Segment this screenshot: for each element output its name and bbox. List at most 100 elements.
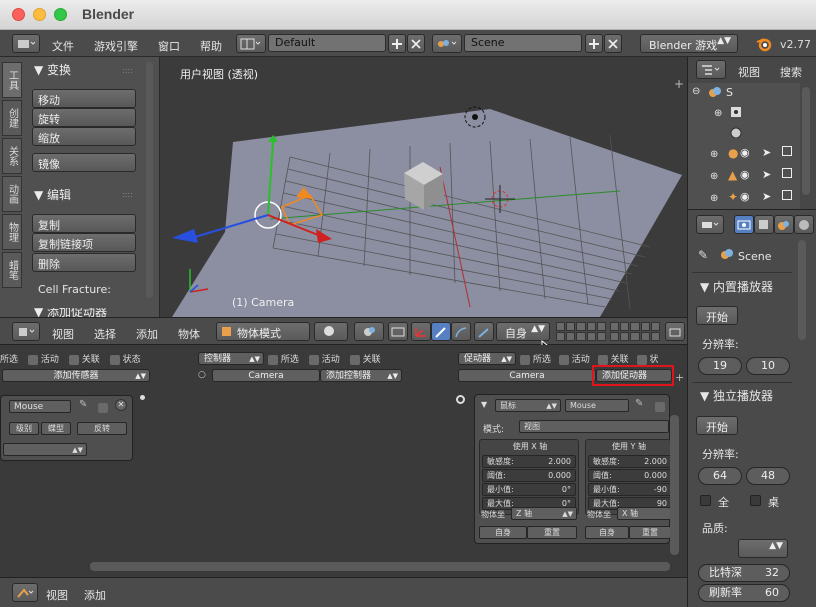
logic-add-menu[interactable]: 添加: [84, 587, 106, 603]
translate-manipulator-icon[interactable]: [411, 322, 431, 341]
menu-game-engine[interactable]: 游戏引擎: [94, 38, 138, 54]
delete-button[interactable]: 删除: [32, 253, 136, 272]
add-region-icon[interactable]: +: [675, 371, 684, 384]
x-sensitivity-field[interactable]: 敏感度: 2.000: [482, 455, 576, 468]
expand-toggle-icon[interactable]: ⊕: [710, 149, 718, 160]
logic-editor[interactable]: 所选 活动 关联 状态 添加传感器 ▲▼ 控制器 ▲▼ 所选 活动 关联 ○ Cam…: [0, 345, 687, 577]
visibility-eye-icon[interactable]: ◉: [740, 168, 750, 181]
x-min-field[interactable]: 最小值: 0°: [482, 483, 576, 496]
render-camera-icon[interactable]: [782, 168, 792, 178]
controller-type-select[interactable]: 控制器 ▲▼: [198, 352, 264, 365]
embedded-res-y-field[interactable]: 10: [746, 357, 790, 375]
outliner-scrollbar[interactable]: [802, 87, 810, 195]
sensor-level-button[interactable]: 级别: [9, 422, 39, 435]
y-sensitivity-field[interactable]: 敏感度: 2.000: [588, 455, 670, 468]
editor-type-3d-icon[interactable]: [12, 322, 40, 341]
outliner[interactable]: 视图 搜索 ⊖ S ⊕ ⊕ ● ◉ ➤ ⊕ ▲ ◉ ➤ ⊕ ✦ ◉ ➤: [687, 57, 816, 209]
x-threshold-field[interactable]: 阈值: 0.000: [482, 469, 576, 482]
scene-tree-label[interactable]: S: [726, 86, 733, 99]
y-axis-header[interactable]: 使用 Y 轴: [586, 441, 670, 452]
y-object-axis-select[interactable]: X 轴: [617, 507, 671, 520]
transform-orientation-select[interactable]: 自身 ▲▼: [496, 322, 550, 341]
render-engine-select[interactable]: Blender 游戏 ▲▼: [640, 34, 738, 53]
mirror-button[interactable]: 镜像: [32, 153, 136, 172]
embedded-res-x-field[interactable]: 19: [698, 357, 742, 375]
sensor-close-icon[interactable]: ✕: [115, 399, 127, 411]
sensor-tap-button[interactable]: 蝶型: [41, 422, 71, 435]
close-window-button[interactable]: [12, 8, 25, 21]
scene-icon[interactable]: [432, 34, 462, 53]
menu-help[interactable]: 帮助: [200, 38, 222, 54]
transform-panel-header[interactable]: ▼ 变换: [34, 61, 71, 78]
pin-icon[interactable]: ✎: [635, 398, 643, 409]
tab-tools[interactable]: 工具: [2, 62, 22, 98]
scene-tab-icon[interactable]: [774, 215, 794, 234]
tab-create[interactable]: 创建: [2, 100, 22, 136]
outliner-search-menu[interactable]: 搜索: [780, 64, 802, 80]
add-screen-icon[interactable]: [388, 34, 406, 53]
controller-flag-selected[interactable]: 所选: [268, 352, 299, 365]
render-layers-tab-icon[interactable]: [754, 215, 774, 234]
expand-toggle-icon[interactable]: ⊕: [710, 193, 718, 204]
actuator-enable-checkbox[interactable]: [655, 402, 665, 412]
pivot-point-select[interactable]: [354, 322, 384, 341]
x-reset-button[interactable]: 重置: [527, 526, 577, 539]
standalone-player-header[interactable]: ▼ 独立播放器: [700, 387, 773, 404]
world-tab-icon[interactable]: [794, 215, 814, 234]
zoom-window-button[interactable]: [54, 8, 67, 21]
add-scene-icon[interactable]: [585, 34, 603, 53]
logic-vertical-scrollbar[interactable]: [670, 415, 679, 555]
editor-type-properties-icon[interactable]: [696, 215, 724, 234]
actuator-kind-select[interactable]: 鼠标 ▲▼: [495, 399, 561, 412]
view-menu[interactable]: 视图: [52, 326, 74, 342]
sensor-flag-state[interactable]: 状态: [109, 352, 141, 365]
y-reset-button[interactable]: 重置: [629, 526, 671, 539]
actuator-name-field[interactable]: Mouse: [565, 399, 629, 412]
sensor-flag-link[interactable]: 关联: [68, 352, 100, 365]
select-cursor-icon[interactable]: ➤: [762, 190, 771, 203]
actuator-input-socket[interactable]: [456, 395, 465, 404]
move-button[interactable]: 移动: [32, 89, 136, 108]
render-camera-icon[interactable]: [782, 146, 792, 156]
lock-camera-icon[interactable]: [665, 322, 685, 341]
actuator-object-field[interactable]: Camera: [458, 369, 596, 382]
actuator-type-select[interactable]: 促动器 ▲▼: [458, 352, 516, 365]
standalone-start-button[interactable]: 开始: [696, 416, 738, 435]
embedded-player-header[interactable]: ▼ 内置播放器: [700, 278, 773, 295]
scale-button[interactable]: 缩放: [32, 127, 136, 146]
logic-horizontal-scrollbar[interactable]: [90, 562, 670, 571]
sensor-enable-checkbox[interactable]: [98, 403, 108, 413]
3d-viewport[interactable]: 用户视图 (透视) (1) Camera +: [160, 57, 687, 317]
actuator-collapse-icon[interactable]: ▼: [481, 400, 487, 409]
mode-select[interactable]: 视图: [519, 420, 669, 433]
y-local-button[interactable]: 自身: [585, 526, 629, 539]
pin-icon[interactable]: ✎: [698, 248, 708, 262]
layer-buttons-2[interactable]: [610, 322, 660, 341]
sensor-flag-active[interactable]: 活动: [28, 352, 59, 365]
add-sensor-select[interactable]: 添加传感器 ▲▼: [2, 369, 150, 382]
tab-relations[interactable]: 关系: [2, 138, 22, 174]
manipulator-y-arrow[interactable]: [172, 229, 198, 243]
tab-animation[interactable]: 动画: [2, 176, 22, 212]
tool-shelf-scrollbar[interactable]: [146, 62, 153, 298]
bitdepth-field[interactable]: 比特深 32: [698, 564, 790, 582]
duplicate-button[interactable]: 复制: [32, 214, 136, 233]
sensor-output-socket[interactable]: [140, 395, 145, 400]
duplicate-linked-button[interactable]: 复制链接项: [32, 233, 136, 252]
render-camera-icon[interactable]: [782, 190, 792, 200]
manipulator-toggle-icon[interactable]: [388, 322, 408, 341]
actuator-flag-active[interactable]: 活动: [558, 352, 590, 365]
logic-view-menu[interactable]: 视图: [46, 587, 68, 603]
sensor-node[interactable]: Mouse ✎ ✕ 级别 蝶型 反转 ▲▼: [0, 395, 133, 461]
rotate-manipulator-icon[interactable]: [431, 322, 451, 341]
desktop-checkbox[interactable]: [750, 495, 761, 506]
edit-panel-header[interactable]: ▼ 编辑: [34, 186, 71, 203]
x-object-axis-select[interactable]: Z 轴 ▲▼: [511, 507, 577, 520]
quality-select[interactable]: ▲▼: [738, 539, 788, 558]
render-tab-icon[interactable]: [734, 215, 754, 234]
add-menu[interactable]: 添加: [136, 326, 158, 342]
visibility-eye-icon[interactable]: ◉: [740, 190, 750, 203]
transform-icon[interactable]: [474, 322, 494, 341]
pin-icon[interactable]: ✎: [79, 399, 87, 410]
expand-toggle-icon[interactable]: ⊖: [692, 86, 700, 97]
